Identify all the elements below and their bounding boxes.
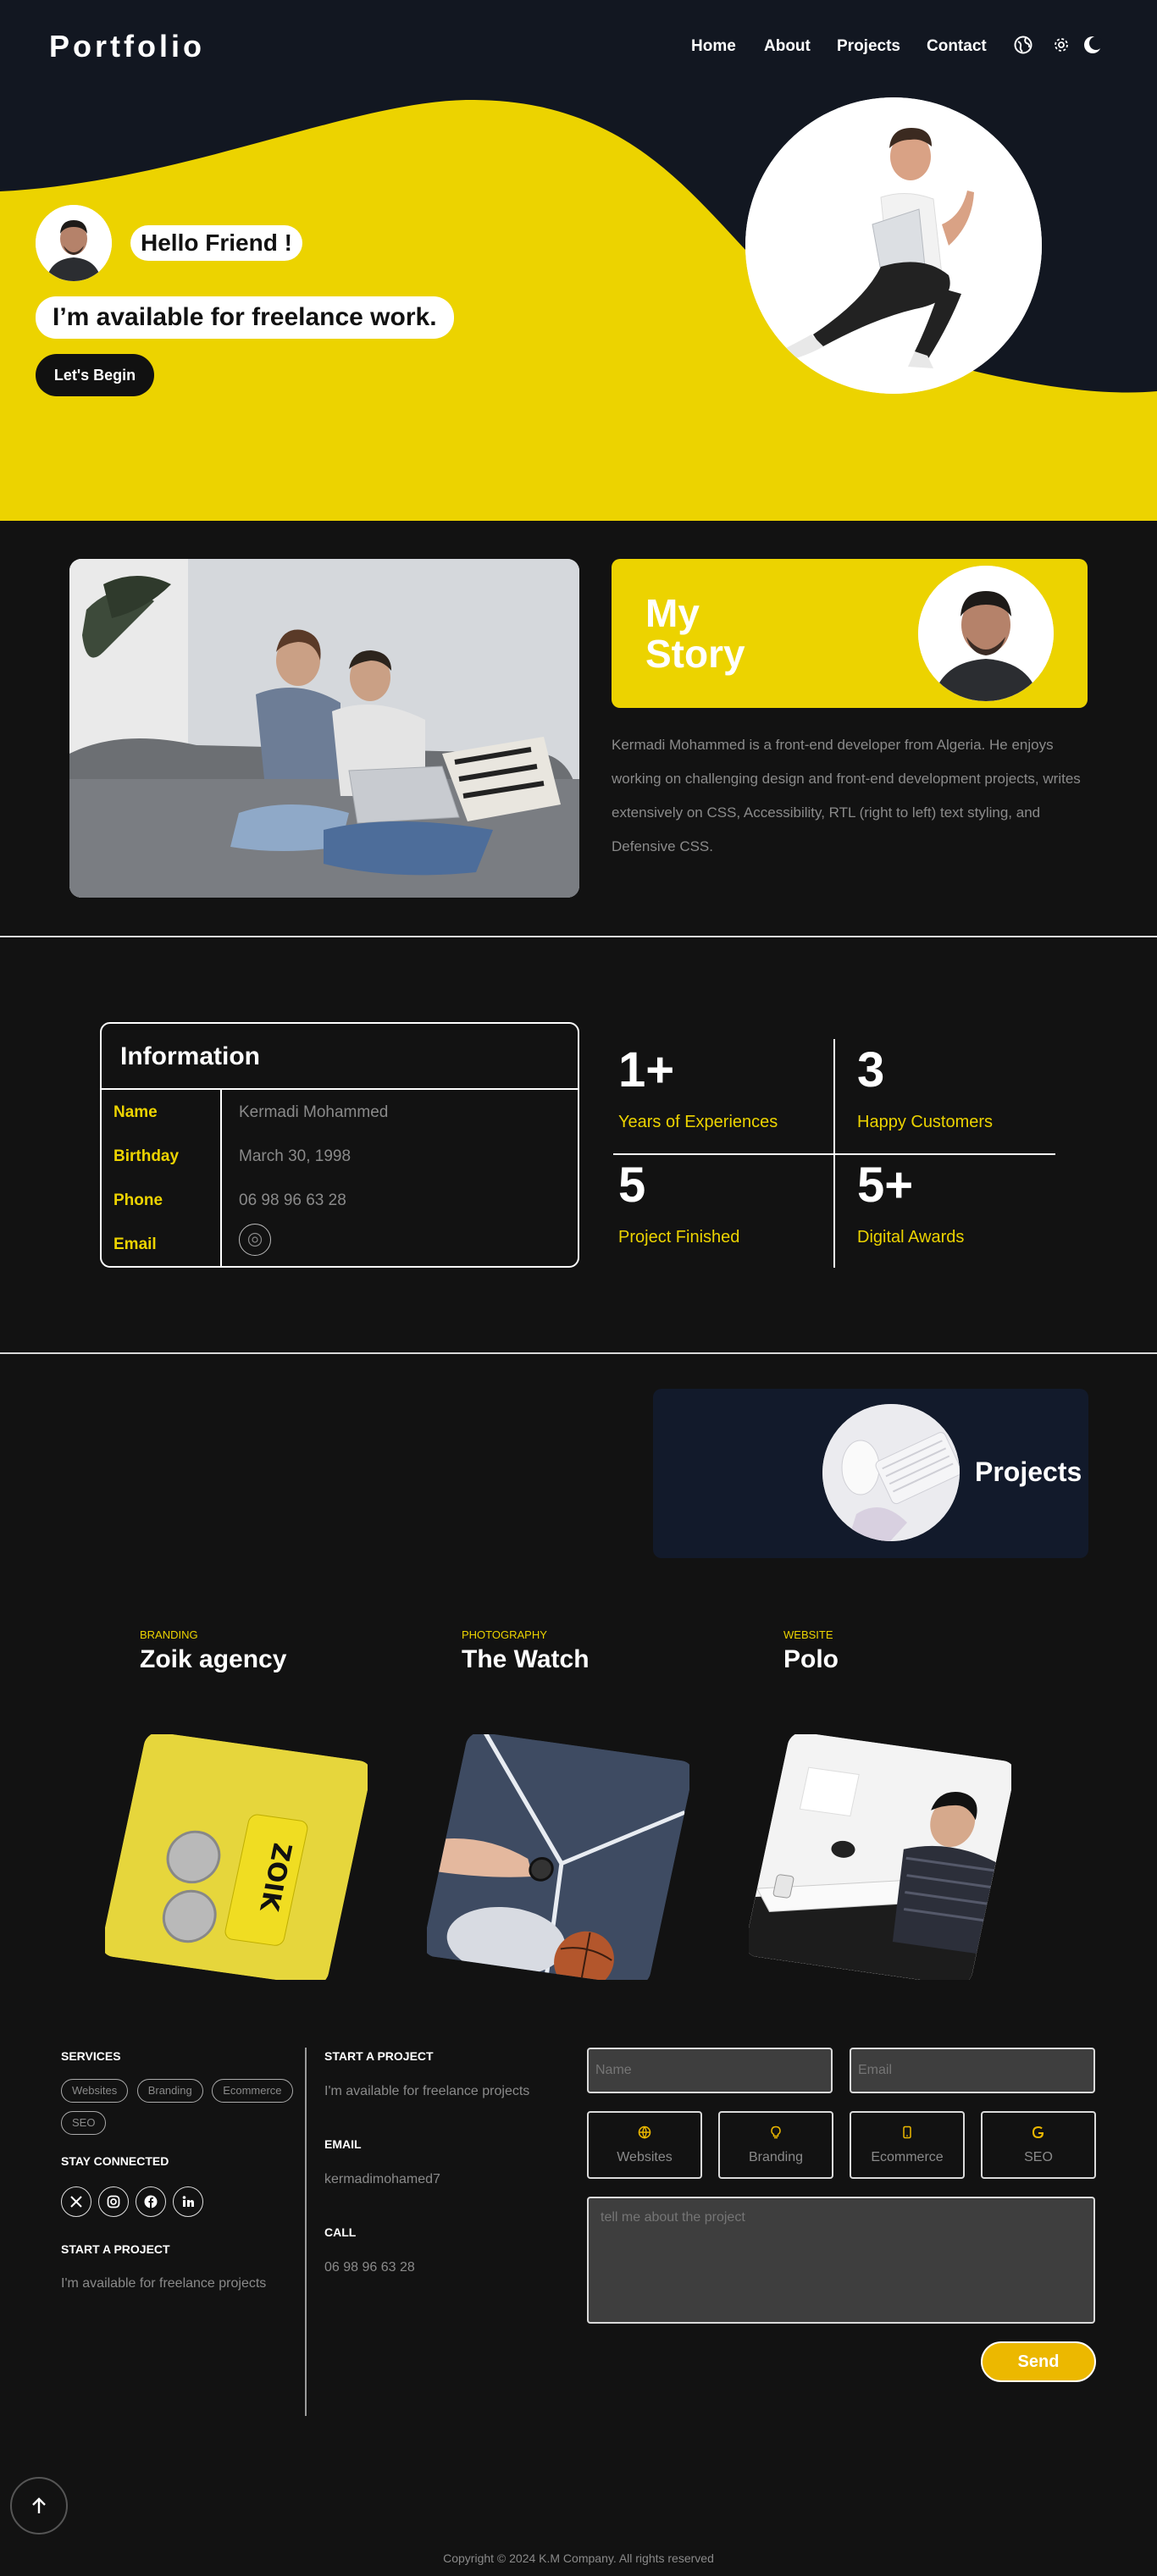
projects-banner-image xyxy=(822,1404,960,1541)
x-icon[interactable] xyxy=(61,2186,91,2217)
project-image-watch xyxy=(427,1734,689,1980)
email-heading: EMAIL xyxy=(324,2137,362,2151)
information-header: Information xyxy=(102,1024,578,1090)
start-project-text: I'm available for freelance projects xyxy=(61,2276,267,2291)
story-text: Kermadi Mohammed is a front-end develope… xyxy=(612,737,1081,854)
my-story-title: My Story xyxy=(645,593,745,674)
call-heading: CALL xyxy=(324,2225,357,2239)
service-option-label: Branding xyxy=(748,2149,804,2164)
stat-label-customers: Happy Customers xyxy=(857,1113,994,1131)
stat-number-awards: 5+ xyxy=(857,1158,914,1213)
stay-connected-heading: STAY CONNECTED xyxy=(61,2154,169,2168)
arrow-up-icon xyxy=(32,2497,46,2513)
nav-link-contact[interactable]: Contact xyxy=(927,37,987,56)
gear-icon[interactable] xyxy=(1051,35,1071,55)
project-category-branding: BRANDING xyxy=(140,1628,198,1641)
project-category-website: WEBSITE xyxy=(783,1628,833,1641)
copyright-text: Copyright © 2024 K.M Company. All rights… xyxy=(443,2551,714,2565)
information-column-divider xyxy=(220,1090,222,1266)
call-value[interactable]: 06 98 96 63 28 xyxy=(324,2260,415,2275)
service-tag-branding[interactable]: Branding xyxy=(136,2079,203,2103)
services-heading: SERVICES xyxy=(61,2049,121,2063)
lightbulb-icon xyxy=(769,2125,783,2143)
projects-banner: Projects xyxy=(653,1389,1088,1558)
info-key-phone: Phone xyxy=(113,1191,163,1209)
service-tag-ecommerce[interactable]: Ecommerce xyxy=(212,2079,293,2103)
service-option-websites[interactable]: Websites xyxy=(587,2111,702,2179)
my-story-card: My Story xyxy=(612,559,1088,708)
footer-column-divider xyxy=(305,2048,307,2416)
mobile-icon xyxy=(900,2125,914,2143)
info-value-birthday: March 30, 1998 xyxy=(239,1147,352,1165)
hero-section: Portfolio Home About Projects Contact He… xyxy=(0,0,1157,521)
stat-label-awards: Digital Awards xyxy=(857,1228,965,1247)
service-tag-seo[interactable]: SEO xyxy=(61,2111,107,2135)
info-key-email: Email xyxy=(113,1235,157,1253)
service-option-label: Websites xyxy=(617,2149,673,2164)
project-card-zoik[interactable]: ZOIK xyxy=(105,1734,368,1980)
instagram-icon[interactable] xyxy=(98,2186,129,2217)
stat-number-experience: 1+ xyxy=(618,1042,675,1097)
services-tags: Websites Branding Ecommerce xyxy=(61,2079,315,2111)
stats-horizontal-divider xyxy=(613,1153,1055,1155)
service-option-branding[interactable]: Branding xyxy=(718,2111,833,2179)
hero-photo xyxy=(745,97,1042,394)
facebook-icon[interactable] xyxy=(136,2186,166,2217)
service-tag-websites[interactable]: Websites xyxy=(61,2079,129,2103)
scroll-to-top-button[interactable] xyxy=(10,2477,68,2535)
col2-start-project-heading: START A PROJECT xyxy=(324,2049,434,2063)
nav-link-home[interactable]: Home xyxy=(691,37,736,56)
stat-label-projects: Project Finished xyxy=(618,1228,740,1247)
project-title-zoik[interactable]: Zoik agency xyxy=(140,1645,286,1674)
project-image-zoik: ZOIK xyxy=(105,1734,368,1980)
stat-number-customers: 3 xyxy=(857,1042,885,1097)
message-field[interactable] xyxy=(587,2197,1095,2324)
my-story-title-line2: Story xyxy=(645,632,745,676)
globe-icon xyxy=(638,2125,651,2143)
lets-begin-button[interactable]: Let's Begin xyxy=(36,354,154,396)
email-at-icon[interactable] xyxy=(239,1224,271,1256)
nav-link-projects[interactable]: Projects xyxy=(837,37,900,56)
service-option-label: SEO xyxy=(1024,2149,1053,2164)
projects-heading: Projects xyxy=(975,1457,1082,1487)
google-icon xyxy=(1032,2125,1045,2143)
email-field[interactable] xyxy=(850,2048,1095,2093)
info-key-name: Name xyxy=(113,1103,158,1121)
info-value-name: Kermadi Mohammed xyxy=(239,1103,389,1121)
col2-start-project-text: I'm available for freelance projects xyxy=(324,2084,530,2098)
globe-icon[interactable] xyxy=(1013,35,1033,55)
story-image xyxy=(69,559,579,898)
information-table: Information Name Kermadi Mohammed Birthd… xyxy=(100,1022,579,1268)
section-divider xyxy=(0,1352,1157,1354)
project-title-polo[interactable]: Polo xyxy=(783,1645,839,1674)
info-key-birthday: Birthday xyxy=(113,1147,180,1165)
project-card-polo[interactable] xyxy=(749,1734,1011,1980)
information-heading: Information xyxy=(120,1042,260,1070)
project-image-polo xyxy=(749,1734,1011,1980)
section-divider xyxy=(0,936,1157,937)
name-field[interactable] xyxy=(587,2048,833,2093)
stat-number-projects: 5 xyxy=(618,1158,646,1213)
moon-icon[interactable] xyxy=(1082,35,1103,55)
hero-avatar xyxy=(36,205,112,281)
service-option-ecommerce[interactable]: Ecommerce xyxy=(850,2111,965,2179)
project-card-watch[interactable] xyxy=(427,1734,689,1980)
service-option-seo[interactable]: SEO xyxy=(981,2111,1096,2179)
project-title-watch[interactable]: The Watch xyxy=(462,1645,590,1674)
email-value[interactable]: kermadimohamed7 xyxy=(324,2172,440,2187)
linkedin-icon[interactable] xyxy=(173,2186,203,2217)
stat-label-experience: Years of Experiences xyxy=(618,1113,778,1131)
project-category-photography: PHOTOGRAPHY xyxy=(462,1628,547,1641)
hero-greeting: Hello Friend ! xyxy=(130,225,302,261)
send-button[interactable]: Send xyxy=(981,2341,1096,2382)
service-option-label: Ecommerce xyxy=(871,2149,944,2164)
story-avatar xyxy=(918,566,1054,701)
hero-availability-text: I’m available for freelance work. xyxy=(36,296,454,339)
site-logo[interactable]: Portfolio xyxy=(49,29,205,64)
info-value-phone: 06 98 96 63 28 xyxy=(239,1191,346,1209)
my-story-title-line1: My xyxy=(645,591,700,635)
nav-link-about[interactable]: About xyxy=(764,37,811,56)
start-project-heading: START A PROJECT xyxy=(61,2242,170,2256)
